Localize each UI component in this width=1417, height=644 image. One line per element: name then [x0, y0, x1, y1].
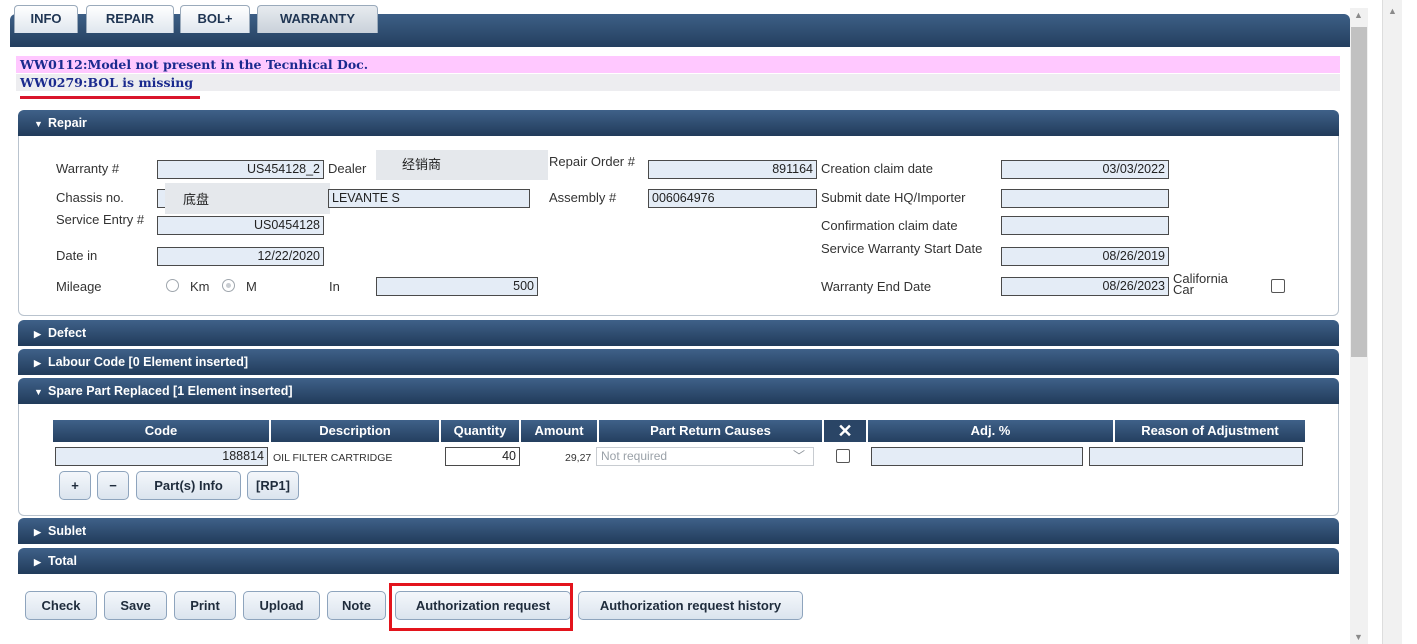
remove-row-button[interactable]: −: [97, 471, 129, 500]
section-total-title: Total: [48, 554, 77, 568]
add-row-button[interactable]: +: [59, 471, 91, 500]
collapsed-arrow-icon: ▶: [34, 329, 41, 339]
col-reason-adjustment: Reason of Adjustment: [1115, 420, 1305, 442]
collapsed-arrow-icon: ▶: [34, 557, 41, 567]
warning-message-model: WW0112:Model not present in the Tecnhica…: [16, 56, 1340, 73]
warranty-label: Warranty #: [56, 161, 120, 176]
expanded-arrow-icon: ▼: [34, 387, 43, 397]
warning-message-bol: WW0279:BOL is missing: [16, 74, 1340, 91]
check-button[interactable]: Check: [25, 591, 97, 620]
col-amount: Amount: [521, 420, 597, 442]
tab-info[interactable]: INFO: [14, 5, 78, 33]
section-spare-header[interactable]: ▼ Spare Part Replaced [1 Element inserted…: [18, 378, 1339, 404]
col-adj-percent: Adj. %: [868, 420, 1113, 442]
section-spare-title: Spare Part Replaced [1 Element inserted]: [48, 384, 293, 398]
collapsed-arrow-icon: ▶: [34, 358, 41, 368]
chevron-down-icon: ﹀: [792, 449, 805, 463]
parts-info-button[interactable]: Part(s) Info: [136, 471, 241, 500]
mileage-field[interactable]: 500: [376, 277, 538, 296]
km-label: Km: [190, 279, 210, 294]
tab-bol[interactable]: BOL+: [180, 5, 250, 33]
scroll-up-icon[interactable]: ▲: [1354, 10, 1363, 20]
part-description: OIL FILTER CARTRIDGE: [273, 452, 393, 464]
quantity-field[interactable]: 40: [445, 447, 520, 466]
authorization-request-history-button[interactable]: Authorization request history: [578, 591, 803, 620]
model-field[interactable]: LEVANTE S: [328, 189, 530, 208]
collapsed-arrow-icon: ▶: [34, 527, 41, 537]
assembly-label: Assembly #: [549, 190, 617, 205]
delete-row-checkbox[interactable]: [836, 449, 850, 463]
mileage-label: Mileage: [56, 279, 102, 294]
note-button[interactable]: Note: [327, 591, 386, 620]
adj-percent-field[interactable]: [871, 447, 1083, 466]
km-radio[interactable]: [166, 279, 179, 292]
tab-repair[interactable]: REPAIR: [86, 5, 174, 33]
section-labour-header[interactable]: ▶ Labour Code [0 Element inserted]: [18, 349, 1339, 375]
assembly-field[interactable]: 006064976: [648, 189, 817, 208]
delete-column-icon[interactable]: ✕: [824, 420, 866, 442]
upload-button[interactable]: Upload: [243, 591, 320, 620]
m-label: M: [246, 279, 257, 294]
col-part-return-causes: Part Return Causes: [599, 420, 822, 442]
chassis-label: Chassis no.: [56, 190, 124, 205]
highlight-box: [389, 583, 573, 631]
section-repair-header[interactable]: ▼ Repair: [18, 110, 1339, 136]
save-button[interactable]: Save: [104, 591, 167, 620]
repair-order-field[interactable]: 891164: [648, 160, 817, 179]
in-label: In: [329, 279, 340, 294]
dealer-value: 经销商: [376, 150, 548, 180]
part-return-cause-value: Not required: [601, 449, 668, 463]
chassis-value: 底盘: [165, 183, 330, 214]
service-entry-label: Service Entry #: [56, 212, 145, 227]
scroll-up-icon[interactable]: ▲: [1388, 6, 1397, 16]
col-description: Description: [271, 420, 439, 442]
confirmation-date-field[interactable]: [1001, 216, 1169, 235]
service-warranty-start-label: Service Warranty Start Date: [821, 241, 983, 256]
warranty-end-label: Warranty End Date: [821, 279, 932, 294]
expanded-arrow-icon: ▼: [34, 119, 43, 129]
part-return-cause-select[interactable]: Not required ﹀: [596, 447, 814, 466]
creation-date-label: Creation claim date: [821, 161, 933, 176]
col-quantity: Quantity: [441, 420, 519, 442]
california-car-checkbox[interactable]: [1271, 279, 1285, 293]
section-repair-title: Repair: [48, 116, 87, 130]
col-code: Code: [53, 420, 269, 442]
repair-order-label: Repair Order #: [549, 154, 635, 169]
submit-date-label: Submit date HQ/Importer: [821, 190, 966, 205]
section-defect-title: Defect: [48, 326, 87, 340]
date-in-label: Date in: [56, 248, 98, 263]
section-defect-header[interactable]: ▶ Defect: [18, 320, 1339, 346]
submit-date-field[interactable]: [1001, 189, 1169, 208]
inner-scrollbar-thumb[interactable]: [1351, 27, 1367, 357]
amount-value: 29,27: [565, 452, 592, 464]
scroll-down-icon[interactable]: ▼: [1354, 632, 1363, 642]
outer-scrollbar[interactable]: [1382, 0, 1402, 644]
creation-date-field[interactable]: 03/03/2022: [1001, 160, 1169, 179]
dealer-label: Dealer: [328, 161, 367, 176]
warranty-end-field[interactable]: 08/26/2023: [1001, 277, 1169, 296]
m-radio[interactable]: [222, 279, 235, 292]
rp1-button[interactable]: [RP1]: [247, 471, 299, 500]
section-labour-title: Labour Code [0 Element inserted]: [48, 355, 249, 369]
section-total-header[interactable]: ▶ Total: [18, 548, 1339, 574]
part-code-field[interactable]: 188814: [55, 447, 268, 466]
section-sublet-header[interactable]: ▶ Sublet: [18, 518, 1339, 544]
warranty-field[interactable]: US454128_2: [157, 160, 324, 179]
date-in-field[interactable]: 12/22/2020: [157, 247, 324, 266]
california-car-label: California Car: [1173, 271, 1228, 297]
print-button[interactable]: Print: [174, 591, 236, 620]
section-sublet-title: Sublet: [48, 524, 87, 538]
reason-adjustment-field[interactable]: [1089, 447, 1303, 466]
tab-warranty[interactable]: WARRANTY: [257, 5, 378, 33]
annotation-underline: [20, 96, 200, 99]
confirmation-date-label: Confirmation claim date: [821, 218, 958, 233]
service-warranty-start-field[interactable]: 08/26/2019: [1001, 247, 1169, 266]
service-entry-field[interactable]: US0454128: [157, 216, 324, 235]
